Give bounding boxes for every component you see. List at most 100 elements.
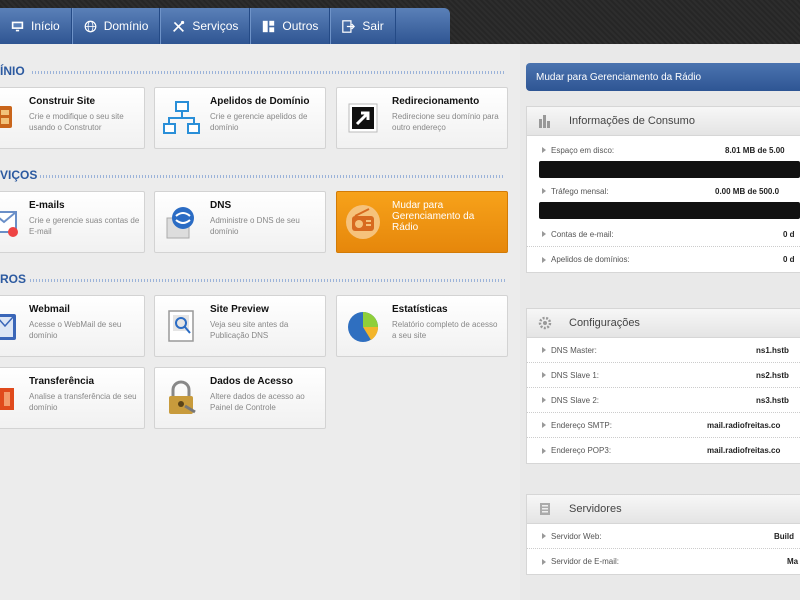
arrow-icon bbox=[542, 558, 546, 565]
dns-icon bbox=[161, 202, 201, 242]
card-transferencia[interactable]: Transferência Analise a transferência de… bbox=[0, 367, 145, 429]
card-webmail[interactable]: Webmail Acesse o WebMail de seu domínio bbox=[0, 295, 145, 357]
card-title: Redirecionamento bbox=[392, 96, 480, 107]
card-desc: Analise a transferência de seu domínio bbox=[29, 392, 137, 412]
arrow-icon bbox=[542, 188, 546, 194]
card-title: E-mails bbox=[29, 200, 65, 211]
section-title-text: ROS bbox=[0, 272, 27, 286]
card-dns[interactable]: DNS Administre o DNS de seu domínio bbox=[154, 191, 326, 253]
tab-label: Sair bbox=[362, 19, 384, 33]
arrow-icon bbox=[542, 231, 546, 237]
exit-icon bbox=[342, 19, 356, 33]
tab-dominio[interactable]: Domínio bbox=[71, 8, 161, 44]
tab-label: Domínio bbox=[103, 19, 149, 33]
panel-title: Servidores bbox=[569, 503, 622, 515]
card-emails[interactable]: E-mails Crie e gerencie suas contas de E… bbox=[0, 191, 145, 253]
config-row-dns-slave-1: DNS Slave 1: ns2.hstb bbox=[527, 363, 800, 388]
globe-icon bbox=[84, 20, 97, 33]
row-value: 0 d bbox=[783, 229, 795, 239]
card-title: Construir Site bbox=[29, 96, 96, 107]
section-title-text: ÍNIO bbox=[0, 64, 25, 78]
section-title-text: VIÇOS bbox=[0, 168, 38, 182]
tab-servicos[interactable]: Serviços bbox=[160, 8, 251, 44]
section-divider bbox=[40, 175, 505, 178]
panel-title: Configurações bbox=[569, 317, 640, 329]
row-label: Apelidos de domínios: bbox=[551, 255, 630, 264]
row-value: 0.00 MB de 500.0 bbox=[715, 186, 780, 196]
webmail-icon bbox=[0, 306, 20, 346]
card-title: Mudar para Gerenciamento da Rádio bbox=[392, 200, 475, 233]
consumo-row-traffic: Tráfego mensal: 0.00 MB de 500.0 bbox=[527, 181, 800, 201]
grid-icon bbox=[262, 20, 275, 33]
email-icon bbox=[0, 202, 20, 242]
card-title: DNS bbox=[210, 200, 232, 211]
arrow-icon bbox=[542, 447, 546, 454]
server-row-web: Servidor Web: Build bbox=[527, 524, 800, 549]
card-desc: Crie e gerencie apelidos de domínio bbox=[210, 112, 308, 132]
card-estatisticas[interactable]: Estatísticas Relatório completo de acess… bbox=[336, 295, 508, 357]
card-desc: Acesse o WebMail de seu domínio bbox=[29, 320, 122, 340]
gear-icon bbox=[537, 315, 553, 331]
panel-title: Informações de Consumo bbox=[569, 115, 695, 127]
tab-sair[interactable]: Sair bbox=[330, 8, 396, 44]
card-desc: Crie e gerencie suas contas de E-mail bbox=[29, 216, 140, 236]
card-desc: Administre o DNS de seu domínio bbox=[210, 216, 300, 236]
card-apelidos-dominio[interactable]: Apelidos de Domínio Crie e gerencie apel… bbox=[154, 87, 326, 149]
main-nav: Início Domínio Serviços Outros Sair bbox=[0, 8, 450, 44]
consumo-row-domain-aliases: Apelidos de domínios: 0 d bbox=[527, 247, 800, 272]
disk-usage-bar bbox=[539, 161, 800, 178]
servidores-panel: Servidores Servidor Web: Build Servidor … bbox=[526, 494, 800, 575]
row-value: Ma bbox=[787, 557, 799, 566]
card-desc: Crie e modifique o seu site usando o Con… bbox=[29, 112, 124, 132]
card-title: Webmail bbox=[29, 304, 70, 315]
config-row-pop3: Endereço POP3: mail.radiofreitas.co bbox=[527, 438, 800, 463]
row-label: Tráfego mensal: bbox=[551, 186, 609, 196]
row-value: 0 d bbox=[783, 255, 795, 264]
section-title-servicos: VIÇOS bbox=[0, 168, 515, 182]
row-value: Build bbox=[774, 531, 794, 541]
config-row-smtp: Endereço SMTP: mail.radiofreitas.co bbox=[527, 413, 800, 438]
radio-management-button[interactable]: Mudar para Gerenciamento da Rádio bbox=[526, 63, 800, 91]
tab-label: Início bbox=[31, 19, 60, 33]
card-desc: Altere dados de acesso ao Painel de Cont… bbox=[210, 392, 305, 412]
server-icon bbox=[537, 501, 553, 517]
row-value: 8.01 MB de 5.00 bbox=[725, 145, 785, 155]
site-preview-icon bbox=[161, 306, 201, 346]
card-mudar-radio[interactable]: Mudar para Gerenciamento da Rádio bbox=[336, 191, 508, 253]
consumo-row-disk: Espaço em disco: 8.01 MB de 5.00 bbox=[527, 140, 800, 160]
row-value: ns1.hstb bbox=[756, 345, 789, 355]
panel-header: Servidores bbox=[527, 495, 800, 524]
card-title: Estatísticas bbox=[392, 304, 448, 315]
radio-icon bbox=[343, 202, 383, 242]
row-label: DNS Slave 1: bbox=[551, 370, 600, 380]
row-label: DNS Master: bbox=[551, 345, 597, 355]
tab-outros[interactable]: Outros bbox=[250, 8, 331, 44]
card-title: Site Preview bbox=[210, 304, 269, 315]
card-dados-acesso[interactable]: Dados de Acesso Altere dados de acesso a… bbox=[154, 367, 326, 429]
arrow-icon bbox=[542, 422, 546, 428]
row-label: Servidor Web: bbox=[551, 531, 602, 541]
card-construir-site[interactable]: Construir Site Crie e modifique o seu si… bbox=[0, 87, 145, 149]
consumo-row-email-accounts: Contas de e-mail: 0 d bbox=[527, 222, 800, 247]
row-label: Endereço POP3: bbox=[551, 446, 612, 455]
card-site-preview[interactable]: Site Preview Veja seu site antes da Publ… bbox=[154, 295, 326, 357]
tools-icon bbox=[172, 20, 185, 33]
row-label: Contas de e-mail: bbox=[551, 229, 614, 239]
card-desc: Redirecione seu domínio para outro ender… bbox=[392, 112, 499, 132]
arrow-icon bbox=[542, 533, 546, 539]
consumo-panel: Informações de Consumo Espaço em disco: … bbox=[526, 106, 800, 273]
tab-inicio[interactable]: Início bbox=[0, 8, 72, 44]
tab-label: Serviços bbox=[192, 19, 239, 33]
card-redirecionamento[interactable]: Redirecionamento Redirecione seu domínio… bbox=[336, 87, 508, 149]
arrow-icon bbox=[542, 147, 546, 153]
row-value: mail.radiofreitas.co bbox=[707, 446, 781, 455]
card-title: Apelidos de Domínio bbox=[210, 96, 310, 107]
row-label: Endereço SMTP: bbox=[551, 420, 612, 430]
card-desc: Veja seu site antes da Publicação DNS bbox=[210, 320, 289, 340]
config-row-dns-slave-2: DNS Slave 2: ns3.hstb bbox=[527, 388, 800, 413]
row-value: ns3.hstb bbox=[756, 395, 789, 405]
arrow-icon bbox=[542, 397, 546, 403]
card-desc: Relatório completo de acesso a seu site bbox=[392, 320, 498, 340]
section-title-outros: ROS bbox=[0, 272, 515, 286]
section-divider bbox=[32, 71, 505, 74]
